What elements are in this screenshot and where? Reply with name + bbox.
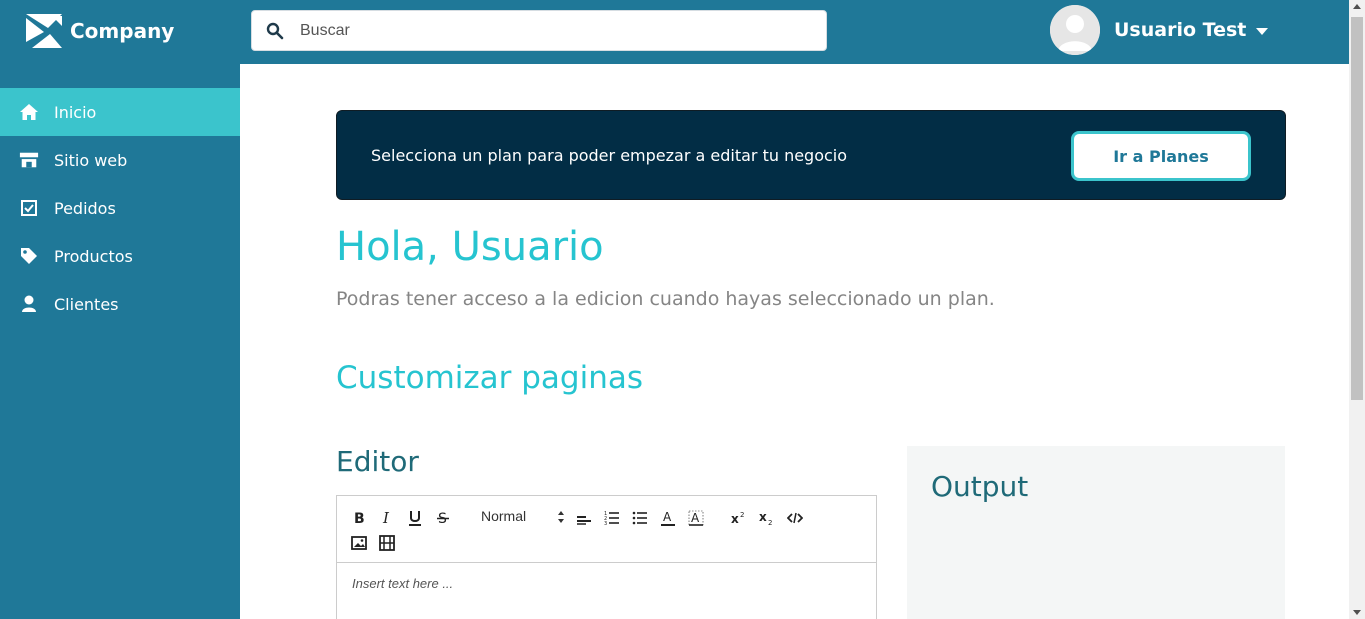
select-arrows-icon [558, 511, 564, 523]
editor-title: Editor [336, 445, 419, 478]
svg-text:3: 3 [604, 521, 607, 526]
bullet-list-icon[interactable] [630, 508, 650, 528]
strikethrough-icon[interactable]: S [433, 508, 453, 528]
user-icon [19, 294, 39, 314]
sidebar-item-label: Pedidos [54, 198, 116, 218]
svg-text:B: B [354, 511, 365, 525]
scrollbar[interactable] [1349, 0, 1365, 619]
home-icon [19, 102, 39, 122]
editor-placeholder: Insert text here ... [352, 576, 454, 591]
subscript-icon[interactable]: x2 [757, 508, 777, 528]
image-icon[interactable] [349, 533, 369, 553]
section-title: Customizar paginas [336, 360, 644, 396]
page-title: Hola, Usuario [336, 224, 604, 270]
sidebar-item-inicio[interactable]: Inicio [0, 88, 240, 136]
scroll-down-arrow-icon[interactable] [1353, 610, 1361, 615]
user-menu[interactable]: Usuario Test [1050, 5, 1269, 55]
rich-text-editor: B I S Normal 123 A A [336, 495, 877, 619]
text-color-icon[interactable]: A [658, 508, 678, 528]
sidebar-item-productos[interactable]: Productos [0, 232, 240, 280]
italic-icon[interactable]: I [377, 508, 397, 528]
avatar-placeholder-icon [1050, 5, 1100, 55]
underline-icon[interactable] [405, 508, 425, 528]
svg-text:x: x [759, 510, 767, 524]
scroll-thumb[interactable] [1351, 17, 1363, 400]
sidebar-item-label: Productos [54, 246, 133, 266]
search-input[interactable] [300, 21, 800, 40]
svg-text:A: A [691, 511, 700, 525]
chevron-down-icon [1256, 27, 1269, 35]
banner-text: Selecciona un plan para poder empezar a … [371, 146, 848, 165]
go-to-plans-button[interactable]: Ir a Planes [1071, 131, 1251, 181]
ordered-list-icon[interactable]: 123 [602, 508, 622, 528]
output-panel: Output [907, 446, 1285, 619]
svg-text:I: I [382, 511, 390, 525]
sidebar-item-clientes[interactable]: Clientes [0, 280, 240, 328]
store-icon [19, 150, 39, 170]
svg-text:A: A [663, 510, 672, 524]
superscript-icon[interactable]: x2 [729, 508, 749, 528]
align-left-icon[interactable] [574, 508, 594, 528]
search-bar [251, 10, 827, 51]
code-icon[interactable] [785, 508, 805, 528]
scroll-up-arrow-icon[interactable] [1353, 4, 1361, 9]
editor-toolbar: B I S Normal 123 A A [337, 496, 876, 563]
page-subtitle: Podras tener acceso a la edicion cuando … [336, 288, 995, 310]
search-icon [266, 22, 284, 39]
tag-icon [19, 246, 39, 266]
plan-banner: Selecciona un plan para poder empezar a … [336, 110, 1286, 200]
user-name: Usuario Test [1114, 19, 1247, 41]
format-select[interactable]: Normal [481, 508, 565, 528]
brand[interactable]: Company [24, 12, 174, 50]
sidebar-item-sitio-web[interactable]: Sitio web [0, 136, 240, 184]
output-title: Output [931, 470, 1029, 503]
top-bar: Company Usuario Test [0, 0, 1349, 64]
sidebar-item-label: Sitio web [54, 150, 128, 170]
sidebar-item-label: Clientes [54, 294, 119, 314]
brand-name: Company [70, 19, 175, 43]
sidebar-item-pedidos[interactable]: Pedidos [0, 184, 240, 232]
video-icon[interactable] [377, 533, 397, 553]
avatar [1050, 5, 1100, 55]
sidebar-item-label: Inicio [54, 102, 97, 122]
svg-text:x: x [731, 512, 739, 526]
bold-icon[interactable]: B [349, 508, 369, 528]
svg-text:2: 2 [740, 511, 744, 519]
format-select-value: Normal [481, 508, 527, 524]
svg-text:2: 2 [768, 519, 772, 526]
background-color-icon[interactable]: A [686, 508, 706, 528]
editor-content-area[interactable]: Insert text here ... [337, 563, 876, 604]
company-logo-icon [26, 14, 62, 48]
checkbox-icon [19, 198, 39, 218]
sidebar: Inicio Sitio web Pedidos Productos Clien… [0, 64, 240, 619]
